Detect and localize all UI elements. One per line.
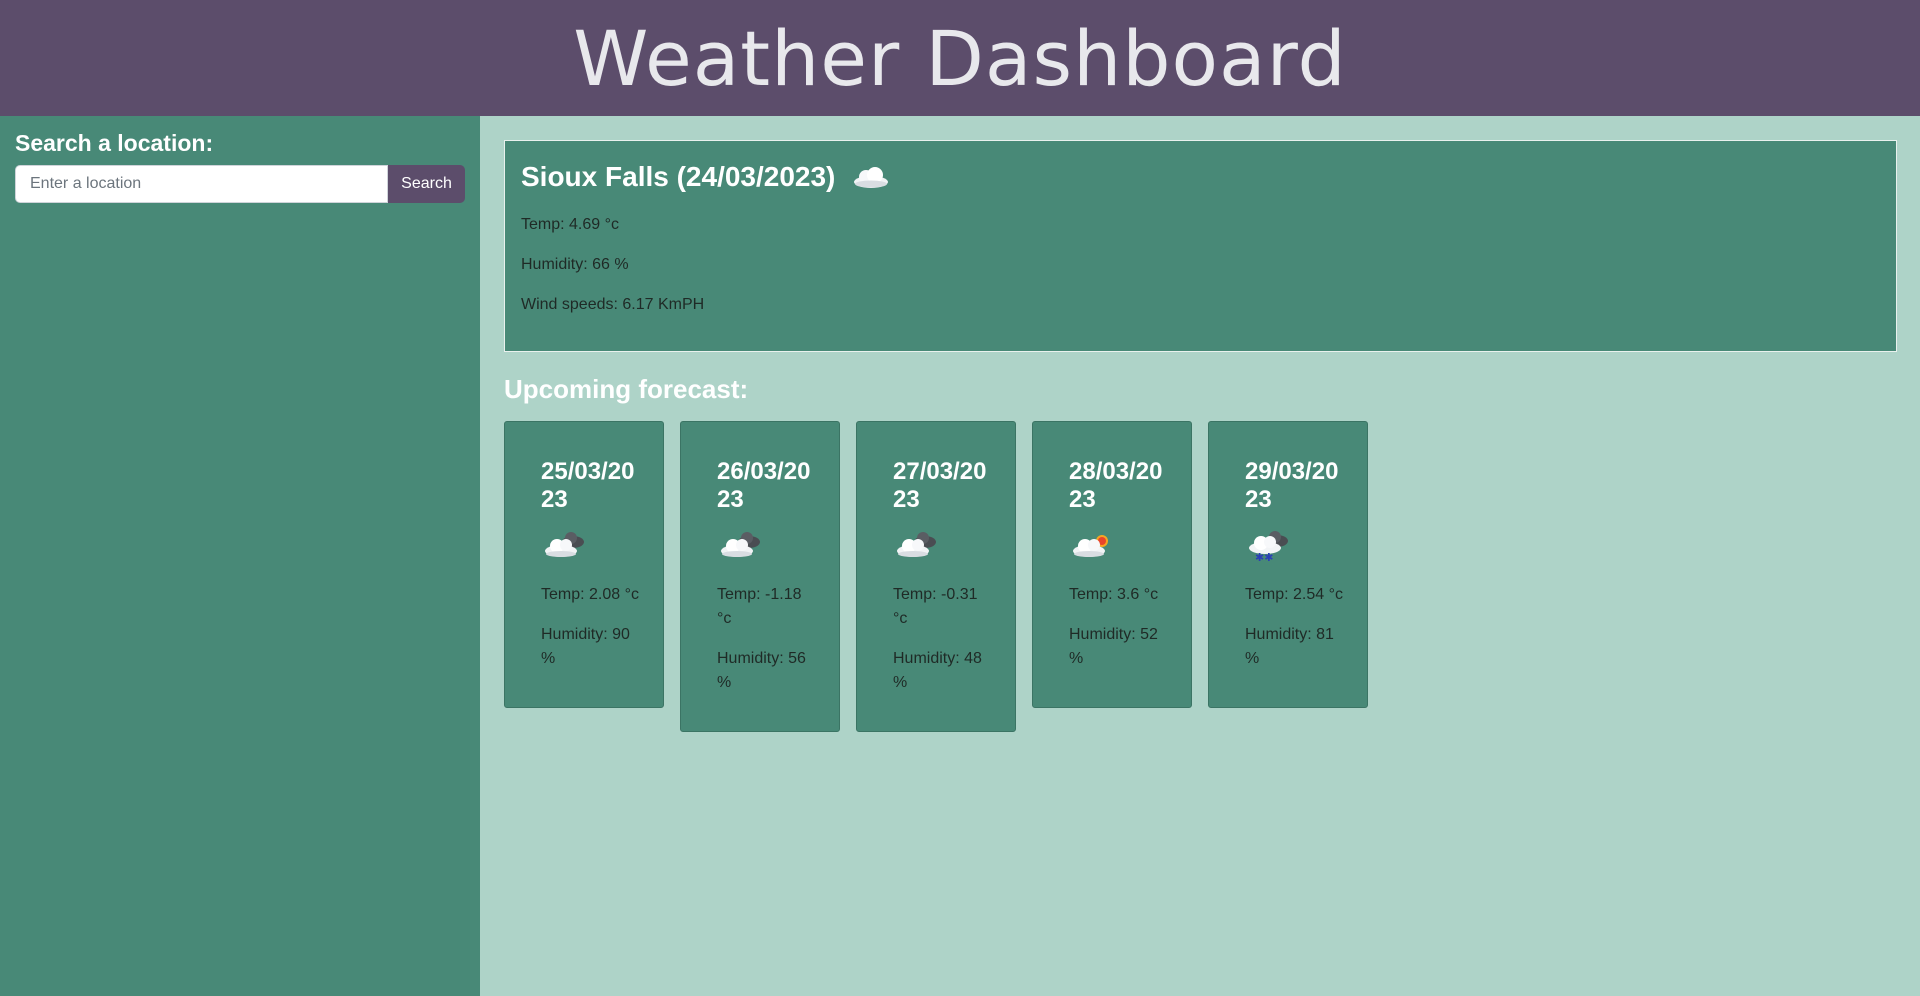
page-layout: Search a location: Search Sioux Falls (2… bbox=[0, 116, 1920, 996]
forecast-date: 27/03/2023 bbox=[893, 458, 987, 513]
broken-clouds-icon bbox=[545, 532, 584, 557]
main-content: Sioux Falls (24/03/2023) Temp: 4.69 °c H… bbox=[480, 116, 1920, 996]
forecast-card: 25/03/2023 Temp: 2.08 °c Humidity: 90 % bbox=[504, 421, 664, 708]
page-title: Weather Dashboard bbox=[573, 13, 1347, 103]
broken-clouds-icon bbox=[721, 532, 760, 557]
forecast-temp: Temp: 2.54 °c bbox=[1245, 586, 1343, 603]
snow-icon: ✱✱ bbox=[1249, 531, 1288, 564]
forecast-temp: Temp: 2.08 °c bbox=[541, 586, 639, 603]
forecast-cards: 25/03/2023 Temp: 2.08 °c Humidity: 90 % … bbox=[504, 421, 1897, 732]
forecast-date: 26/03/2023 bbox=[717, 458, 811, 513]
forecast-card: 29/03/2023 ✱✱ Temp: 2.54 °c Humidity: 81… bbox=[1208, 421, 1368, 708]
forecast-date: 25/03/2023 bbox=[541, 458, 635, 513]
forecast-humidity: Humidity: 52 % bbox=[1069, 626, 1158, 667]
current-location-title: Sioux Falls (24/03/2023) bbox=[521, 161, 836, 192]
forecast-card: 26/03/2023 Temp: -1.18 °c Humidity: 56 % bbox=[680, 421, 840, 732]
forecast-temp: Temp: 3.6 °c bbox=[1069, 586, 1159, 603]
broken-clouds-icon bbox=[897, 532, 936, 557]
current-wind-speed: Wind speeds: 6.17 KmPH bbox=[521, 296, 705, 313]
forecast-humidity: Humidity: 48 % bbox=[893, 650, 982, 691]
sidebar: Search a location: Search bbox=[0, 116, 480, 996]
current-temp: Temp: 4.69 °c bbox=[521, 216, 619, 233]
forecast-heading: Upcoming forecast: bbox=[504, 374, 749, 404]
forecast-humidity: Humidity: 81 % bbox=[1245, 626, 1334, 667]
forecast-temp: Temp: -0.31 °c bbox=[893, 586, 978, 627]
current-weather-header: Sioux Falls (24/03/2023) bbox=[521, 161, 1880, 193]
forecast-humidity: Humidity: 56 % bbox=[717, 650, 806, 691]
svg-text:✱✱: ✱✱ bbox=[1255, 551, 1273, 562]
location-search-input[interactable] bbox=[15, 165, 388, 203]
forecast-card: 28/03/2023 Temp: 3.6 °c Humidity: 52 % bbox=[1032, 421, 1192, 708]
forecast-temp: Temp: -1.18 °c bbox=[717, 586, 802, 627]
search-button[interactable]: Search bbox=[388, 165, 465, 203]
forecast-card: 27/03/2023 Temp: -0.31 °c Humidity: 48 % bbox=[856, 421, 1016, 732]
cloud-icon bbox=[854, 167, 889, 188]
forecast-humidity: Humidity: 90 % bbox=[541, 626, 630, 667]
forecast-date: 28/03/2023 bbox=[1069, 458, 1163, 513]
few-clouds-icon bbox=[1073, 535, 1108, 557]
current-humidity: Humidity: 66 % bbox=[521, 256, 629, 273]
search-heading: Search a location: bbox=[15, 130, 214, 156]
search-form: Search bbox=[15, 165, 465, 203]
page-header: Weather Dashboard bbox=[0, 0, 1920, 116]
forecast-date: 29/03/2023 bbox=[1245, 458, 1339, 513]
current-weather-card: Sioux Falls (24/03/2023) Temp: 4.69 °c H… bbox=[504, 140, 1897, 352]
